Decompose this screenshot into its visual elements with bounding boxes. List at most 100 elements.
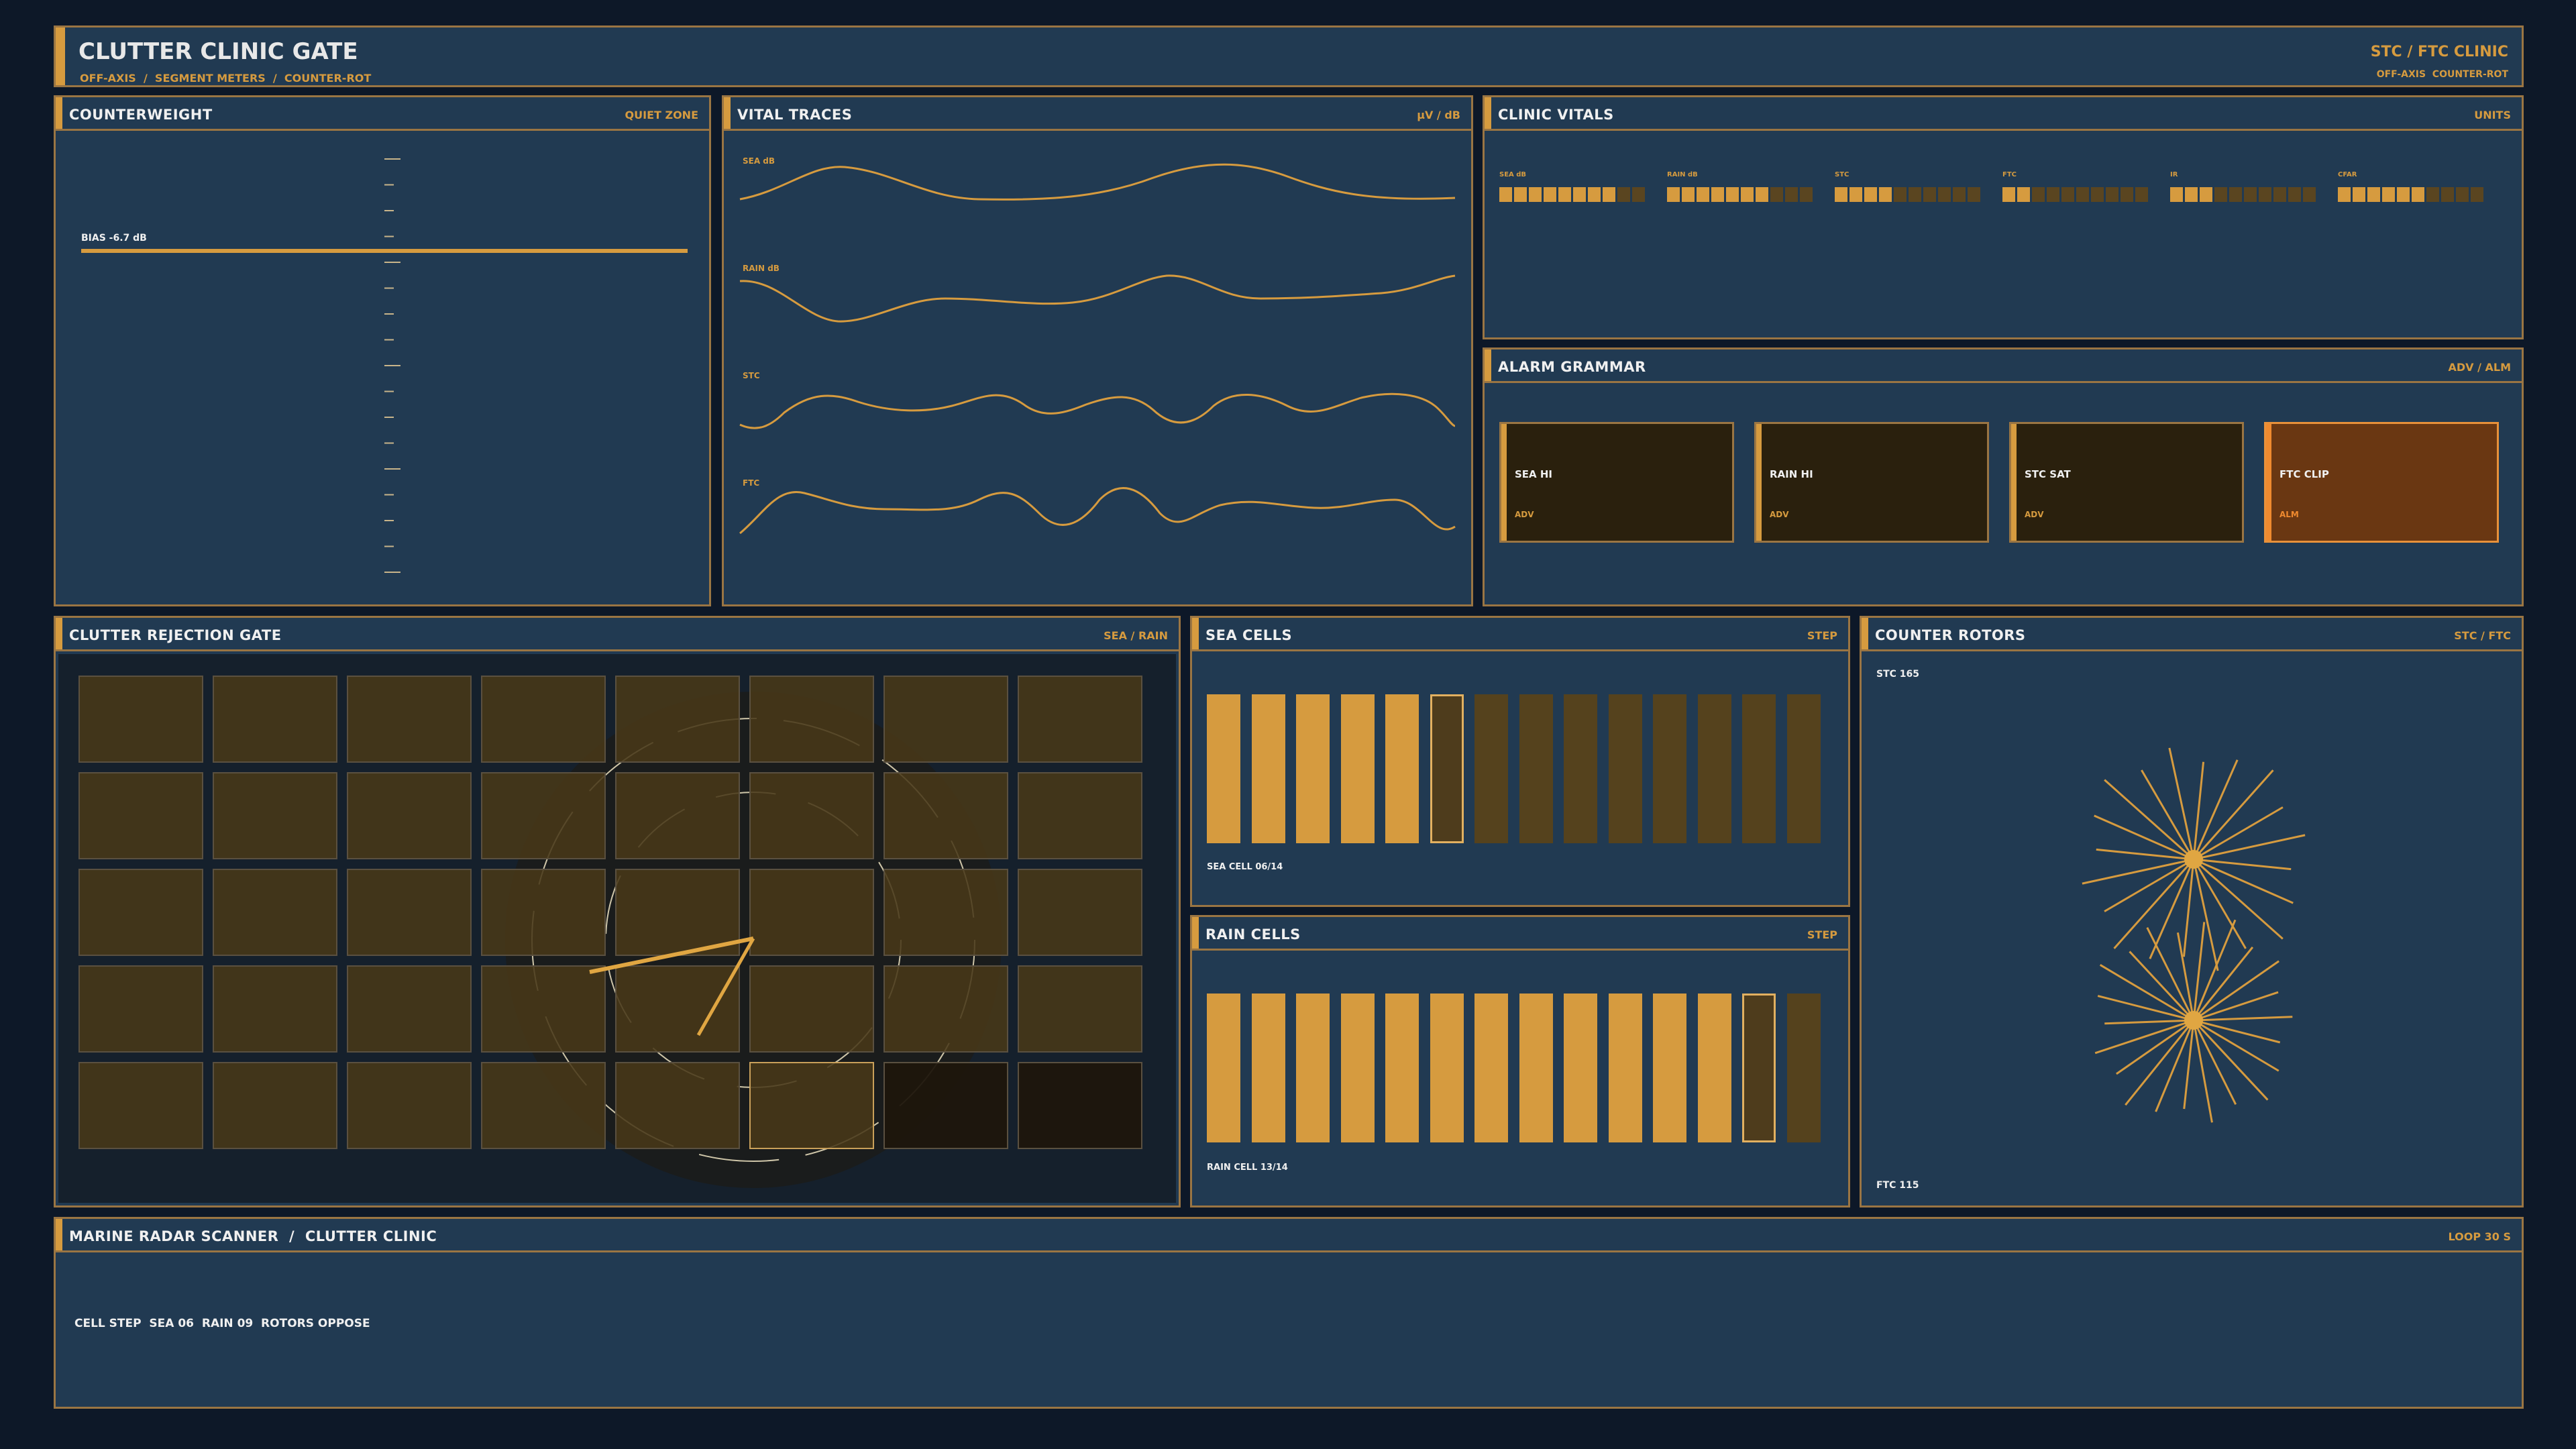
gate-needle-b — [696, 937, 755, 1036]
panel-tag: ADV / ALM — [2448, 361, 2511, 374]
cell-bar[interactable] — [1430, 994, 1464, 1142]
meter-segment — [1588, 187, 1601, 202]
meter-segment — [1544, 187, 1556, 202]
meter-segment — [2200, 187, 2212, 202]
alarm-tile-ftc-clip[interactable]: FTC CLIP ALM — [2264, 422, 2499, 543]
meter-segment — [1741, 187, 1754, 202]
meter-segment — [2441, 187, 2454, 202]
meter-segment — [2397, 187, 2410, 202]
panel-title: ALARM GRAMMAR — [1498, 359, 1646, 375]
meter-segment — [1617, 187, 1630, 202]
alarm-tile-sea-hi[interactable]: SEA HI ADV — [1499, 422, 1734, 543]
meter-segment — [1499, 187, 1512, 202]
cell-bar[interactable] — [1296, 994, 1330, 1142]
cell-bar[interactable] — [1519, 994, 1553, 1142]
cell-bar[interactable] — [1653, 994, 1686, 1142]
meter-segment — [2412, 187, 2424, 202]
cell-bar[interactable] — [1430, 694, 1464, 843]
alarm-level: ADV — [1770, 510, 1789, 519]
meter-segment — [2047, 187, 2059, 202]
meter-segment — [2076, 187, 2089, 202]
alarm-accent — [1501, 424, 1507, 541]
alarm-name: STC SAT — [2025, 468, 2071, 480]
alarm-level: ADV — [2025, 510, 2044, 519]
meter-segment — [2032, 187, 2045, 202]
cell-bar[interactable] — [1474, 694, 1508, 843]
alarm-tile-stc-sat[interactable]: STC SAT ADV — [2009, 422, 2244, 543]
alarm-level: ALM — [2279, 510, 2299, 519]
meter-segment — [2338, 187, 2351, 202]
alarm-name: FTC CLIP — [2279, 468, 2329, 480]
alarm-grammar-panel: ALARM GRAMMAR ADV / ALM SEA HI ADV RAIN … — [1483, 347, 2524, 606]
cell-bar[interactable] — [1697, 994, 1731, 1142]
cell-bar[interactable] — [1207, 994, 1240, 1142]
alarm-accent — [1756, 424, 1762, 541]
meter-segment — [1800, 187, 1813, 202]
counter-rotors-panel: COUNTER ROTORS STC / FTC STC 165 FTC 115 — [1860, 616, 2524, 1208]
cell-bar[interactable] — [1340, 994, 1375, 1142]
header-bar: CLUTTER CLINIC GATE OFF-AXIS / SEGMENT M… — [54, 25, 2524, 87]
meter-segment — [1968, 187, 1980, 202]
panel-tag: STEP — [1807, 629, 1837, 642]
trace-ftc — [739, 487, 1456, 535]
cell-bar[interactable] — [1385, 994, 1419, 1142]
panel-header: ALARM GRAMMAR ADV / ALM — [1485, 350, 2522, 383]
rotor-stc — [2082, 747, 2306, 971]
cell-bar[interactable] — [1786, 994, 1821, 1142]
vital-traces-panel: VITAL TRACES μV / dB SEA dB RAIN dB STC … — [722, 95, 1473, 606]
trace-sea — [739, 163, 1456, 201]
cell-bar[interactable] — [1742, 694, 1776, 843]
meter-segment — [2426, 187, 2439, 202]
cell-bar[interactable] — [1251, 694, 1285, 843]
meter-label: CFAR — [2338, 171, 2357, 178]
cell-bar[interactable] — [1385, 694, 1419, 843]
cell-bar[interactable] — [1564, 994, 1597, 1142]
cell-bar[interactable] — [1340, 694, 1375, 843]
trace-stc — [739, 392, 1456, 429]
cell-bar[interactable] — [1296, 694, 1330, 843]
bias-slider[interactable] — [81, 249, 688, 253]
cell-bar[interactable] — [1251, 994, 1285, 1142]
sea-cells-panel: SEA CELLS STEP SEA CELL 06/14 — [1190, 616, 1850, 907]
alarm-accent — [2011, 424, 2017, 541]
header-right-title: STC / FTC CLINIC — [2370, 44, 2508, 60]
panel-header: SEA CELLS STEP — [1192, 618, 1848, 651]
meter-segment — [2288, 187, 2301, 202]
meter-segment — [1632, 187, 1645, 202]
cell-bar[interactable] — [1608, 694, 1642, 843]
meter-segment — [1529, 187, 1542, 202]
panel-header: RAIN CELLS STEP — [1192, 917, 1848, 951]
panel-title: SEA CELLS — [1205, 627, 1293, 643]
panel-title: CLINIC VITALS — [1498, 107, 1614, 123]
cell-bar[interactable] — [1474, 994, 1508, 1142]
page-subtitle: OFF-AXIS / SEGMENT METERS / COUNTER-ROT — [80, 72, 372, 85]
alarm-tile-rain-hi[interactable]: RAIN HI ADV — [1754, 422, 1989, 543]
meter-segment — [2121, 187, 2133, 202]
meter-label: SEA dB — [1499, 171, 1527, 178]
meter-label: IR — [2170, 171, 2178, 178]
meter-segment — [2273, 187, 2286, 202]
cell-bar[interactable] — [1742, 994, 1776, 1142]
rotor-graphic — [2082, 747, 2306, 1123]
cell-bar[interactable] — [1519, 694, 1553, 843]
meter-segment — [2017, 187, 2030, 202]
meter-segment — [2061, 187, 2074, 202]
rain-cell-caption: RAIN CELL 13/14 — [1207, 1163, 1288, 1173]
cell-bar[interactable] — [1653, 694, 1686, 843]
meter-segment — [1894, 187, 1907, 202]
gate-needle-a — [589, 936, 754, 974]
sea-cell-caption: SEA CELL 06/14 — [1207, 862, 1283, 872]
meter-segment — [1514, 187, 1527, 202]
meter-segment — [2002, 187, 2015, 202]
cell-bar[interactable] — [1697, 694, 1731, 843]
cell-bar[interactable] — [1564, 694, 1597, 843]
alarm-name: RAIN HI — [1770, 468, 1813, 480]
cell-bar[interactable] — [1786, 694, 1821, 843]
cell-bar[interactable] — [1207, 694, 1240, 843]
counterweight-scale — [384, 158, 400, 573]
cell-bar[interactable] — [1608, 994, 1642, 1142]
bias-label: BIAS -6.7 dB — [81, 233, 147, 244]
gate-needles — [589, 936, 755, 1036]
meter-label: RAIN dB — [1667, 171, 1698, 178]
meter-segment — [2456, 187, 2469, 202]
